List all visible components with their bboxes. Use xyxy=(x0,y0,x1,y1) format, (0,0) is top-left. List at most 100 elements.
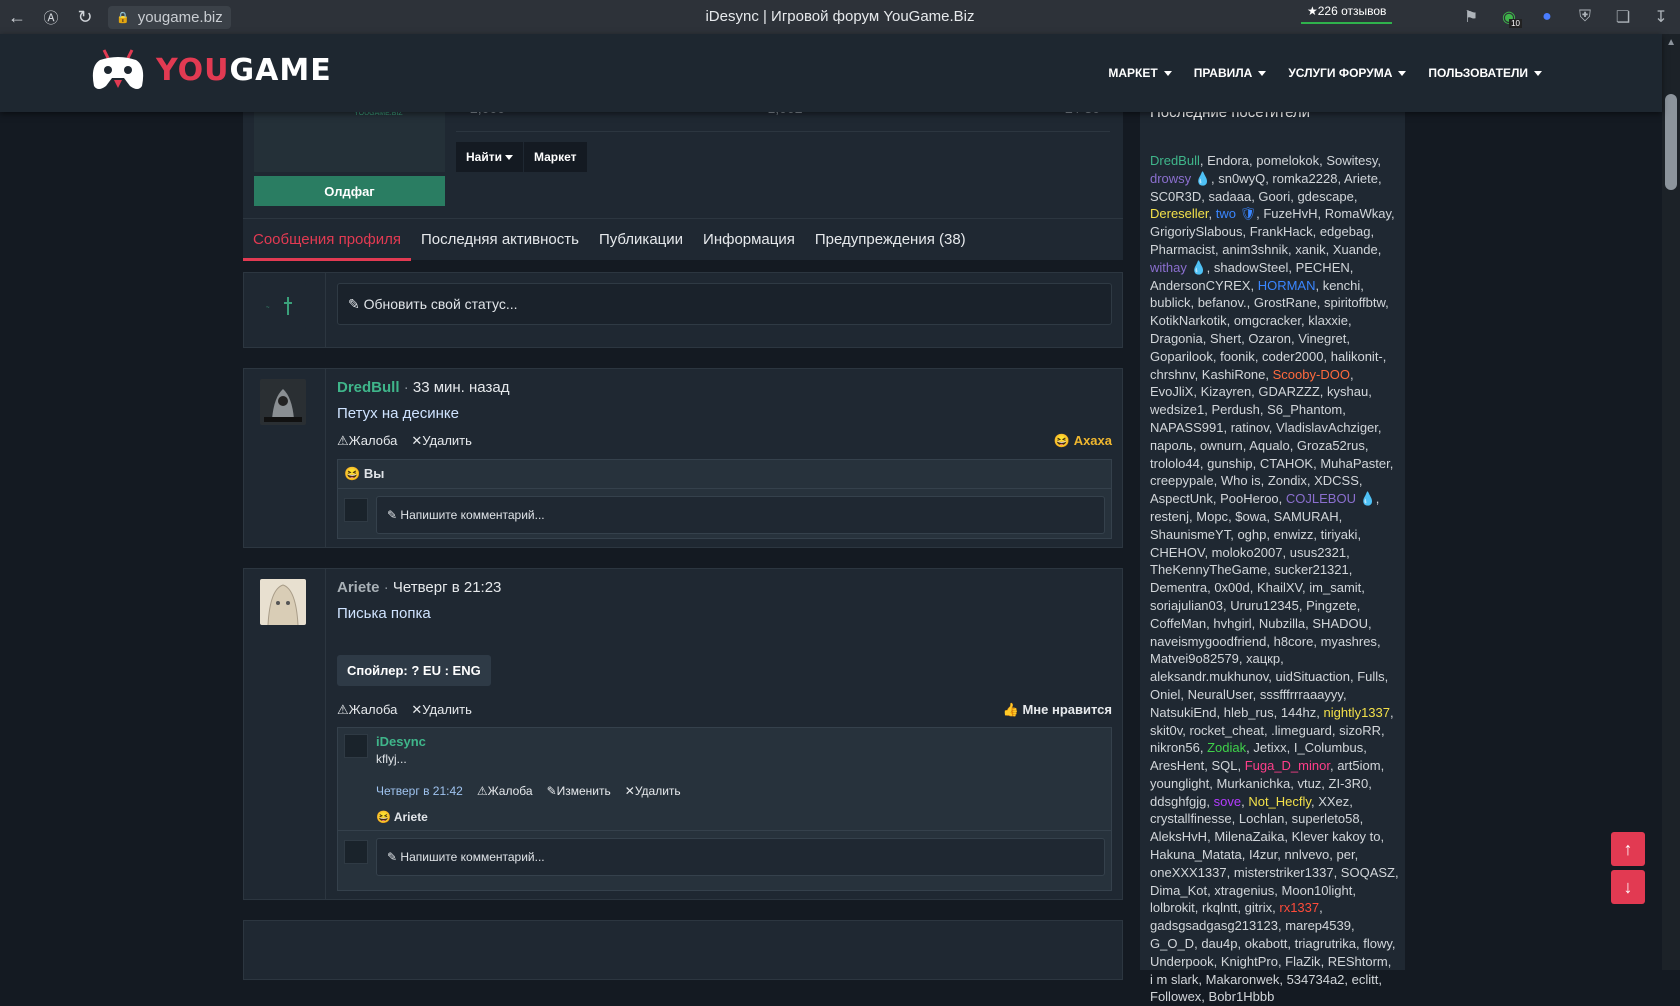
visitor-link[interactable]: pomelokok xyxy=(1256,153,1319,168)
visitor-link[interactable]: crystallfinesse xyxy=(1150,811,1232,826)
visitor-link[interactable]: restenj xyxy=(1150,509,1189,524)
visitor-link[interactable]: Endora xyxy=(1207,153,1249,168)
visitor-link[interactable]: klaxxie xyxy=(1308,313,1348,328)
visitor-link[interactable]: TheKennyTheGame xyxy=(1150,562,1267,577)
visitor-link[interactable]: Pingzete xyxy=(1306,598,1357,613)
visitor-link[interactable]: Klever kakoy to xyxy=(1292,829,1381,844)
visitor-link[interactable]: uidSituaction xyxy=(1276,669,1350,684)
visitor-link[interactable]: oghp xyxy=(1237,527,1266,542)
visitor-link[interactable]: rkqlntt xyxy=(1202,900,1237,915)
visitor-link[interactable]: Goparilook xyxy=(1150,349,1213,364)
post-author[interactable]: DredBull xyxy=(337,379,400,396)
visitor-link[interactable]: FlaZik xyxy=(1285,954,1320,969)
visitor-link[interactable]: KotikNarkotik xyxy=(1150,313,1227,328)
visitor-link[interactable]: .limeguard xyxy=(1271,723,1332,738)
visitor-link[interactable]: tiriyaki xyxy=(1321,527,1358,542)
visitor-link[interactable]: Dementra xyxy=(1150,580,1207,595)
tab-about[interactable]: Информация xyxy=(693,219,805,261)
tab-postings[interactable]: Публикации xyxy=(589,219,693,261)
reaction-button[interactable]: 😆 Ахаха xyxy=(1054,433,1112,449)
visitor-link[interactable]: flowy xyxy=(1363,936,1392,951)
visitor-link[interactable]: Moon10light xyxy=(1282,883,1353,898)
visitor-link[interactable]: chrshnv xyxy=(1150,367,1195,382)
delete-button[interactable]: ✕Удалить xyxy=(625,784,681,798)
visitor-link[interactable]: MuhaPaster xyxy=(1320,456,1389,471)
visitor-link[interactable]: i m slark xyxy=(1150,972,1198,987)
visitor-link[interactable]: sadaaa xyxy=(1209,189,1252,204)
visitor-link[interactable]: KhailXV xyxy=(1257,580,1302,595)
reactions-summary[interactable]: 😆 Вы xyxy=(344,466,384,482)
visitor-link[interactable]: Shert xyxy=(1210,331,1241,346)
nav-services[interactable]: УСЛУГИ ФОРУМА xyxy=(1288,66,1407,80)
visitor-link[interactable]: I4zur xyxy=(1249,847,1277,862)
page-scrollbar[interactable] xyxy=(1662,34,1680,970)
visitor-link[interactable]: hvhgirl xyxy=(1213,616,1251,631)
visitor-link[interactable]: 0x00d xyxy=(1214,580,1249,595)
visitor-link[interactable]: EvoJliX xyxy=(1150,384,1193,399)
report-button[interactable]: ⚠Жалоба xyxy=(337,702,397,718)
visitor-link[interactable]: nightly1337 xyxy=(1323,705,1390,720)
visitor-link[interactable]: befanov. xyxy=(1198,295,1247,310)
visitor-link[interactable]: omgcracker xyxy=(1234,313,1301,328)
visitor-link[interactable]: Hakuna_Matata xyxy=(1150,847,1242,862)
visitor-link[interactable]: Groza52rus xyxy=(1297,438,1365,453)
visitor-link[interactable]: dau4p xyxy=(1201,936,1237,951)
extension-shield-icon[interactable]: ◉ 10 xyxy=(1490,0,1528,34)
visitor-link[interactable]: Underpook xyxy=(1150,954,1214,969)
visitor-link[interactable]: CHEHOV xyxy=(1150,545,1204,560)
visitor-link[interactable]: Fulls xyxy=(1357,669,1384,684)
visitor-link[interactable]: PooHeroo xyxy=(1220,491,1279,506)
visitor-link[interactable]: Ariete xyxy=(1344,171,1378,186)
visitor-link[interactable]: romka2228 xyxy=(1272,171,1337,186)
visitor-link[interactable]: AndersonCYREX xyxy=(1150,278,1250,293)
visitor-link[interactable]: nikron56 xyxy=(1150,740,1200,755)
visitor-link[interactable]: FuzeHvH xyxy=(1263,206,1317,221)
visitor-link[interactable]: ddsghfgjg xyxy=(1150,794,1206,809)
visitor-link[interactable]: XDCSS xyxy=(1314,473,1359,488)
visitor-link[interactable]: DredBull xyxy=(1150,153,1200,168)
visitor-link[interactable]: Ozaron xyxy=(1248,331,1291,346)
visitor-link[interactable]: Followex xyxy=(1150,989,1201,1004)
visitor-link[interactable]: im_samit xyxy=(1309,580,1361,595)
visitor-link[interactable]: HORMAN xyxy=(1258,278,1316,293)
visitor-link[interactable]: marep4539 xyxy=(1285,918,1351,933)
report-button[interactable]: ⚠Жалоба xyxy=(477,784,533,798)
visitor-link[interactable]: sssfffrrraaayyy xyxy=(1260,687,1343,702)
post-time[interactable]: 33 мин. назад xyxy=(413,379,510,396)
visitor-link[interactable]: eclitt xyxy=(1352,972,1379,987)
visitor-link[interactable]: CTAHOK xyxy=(1260,456,1313,471)
visitor-link[interactable]: usus2321 xyxy=(1290,545,1346,560)
visitor-link[interactable]: h8core xyxy=(1274,634,1314,649)
visitor-link[interactable]: ownurn xyxy=(1200,438,1243,453)
visitor-link[interactable]: superleto58 xyxy=(1292,811,1360,826)
visitor-link[interactable]: misterstriker1337 xyxy=(1234,865,1334,880)
visitor-link[interactable]: triagrutrika xyxy=(1295,936,1356,951)
visitor-link[interactable]: Sowitesy xyxy=(1326,153,1377,168)
visitor-link[interactable]: SQL xyxy=(1211,758,1237,773)
visitor-link[interactable]: VladislavAchziger xyxy=(1276,420,1378,435)
visitor-link[interactable]: aleksandr.mukhunov xyxy=(1150,669,1268,684)
visitor-link[interactable]: $owa xyxy=(1235,509,1266,524)
comment-time[interactable]: Четверг в 21:42 xyxy=(376,784,463,798)
visitor-link[interactable]: sn0wyQ xyxy=(1218,171,1265,186)
visitor-link[interactable]: skit0v xyxy=(1150,723,1182,738)
visitor-link[interactable]: art5iom xyxy=(1337,758,1380,773)
visitor-link[interactable]: rx1337 xyxy=(1279,900,1319,915)
visitor-link[interactable]: sizoRR xyxy=(1339,723,1381,738)
visitor-link[interactable]: Aqualo xyxy=(1249,438,1289,453)
visitor-link[interactable]: S6_Phantom xyxy=(1267,402,1342,417)
visitor-link[interactable]: enwizz xyxy=(1274,527,1314,542)
comment-input[interactable]: ✎ Напишите комментарий... xyxy=(376,838,1105,876)
post-author[interactable]: Ariete xyxy=(337,579,380,596)
visitor-link[interactable]: bublick xyxy=(1150,295,1190,310)
visitor-link[interactable]: COJLEBOU 💧 xyxy=(1286,491,1376,506)
visitor-link[interactable]: trololo44 xyxy=(1150,456,1200,471)
visitor-link[interactable]: Bobr1Hbbb xyxy=(1209,989,1275,1004)
visitor-link[interactable]: myashres xyxy=(1321,634,1377,649)
visitor-link[interactable]: Nubzilla xyxy=(1259,616,1305,631)
visitor-link[interactable]: KashiRone xyxy=(1202,367,1266,382)
bookmark-icon[interactable]: ⚑ xyxy=(1452,0,1490,34)
visitor-link[interactable]: G_O_D xyxy=(1150,936,1194,951)
visitor-link[interactable]: gdescape xyxy=(1297,189,1353,204)
visitor-link[interactable]: Jetixx xyxy=(1253,740,1286,755)
